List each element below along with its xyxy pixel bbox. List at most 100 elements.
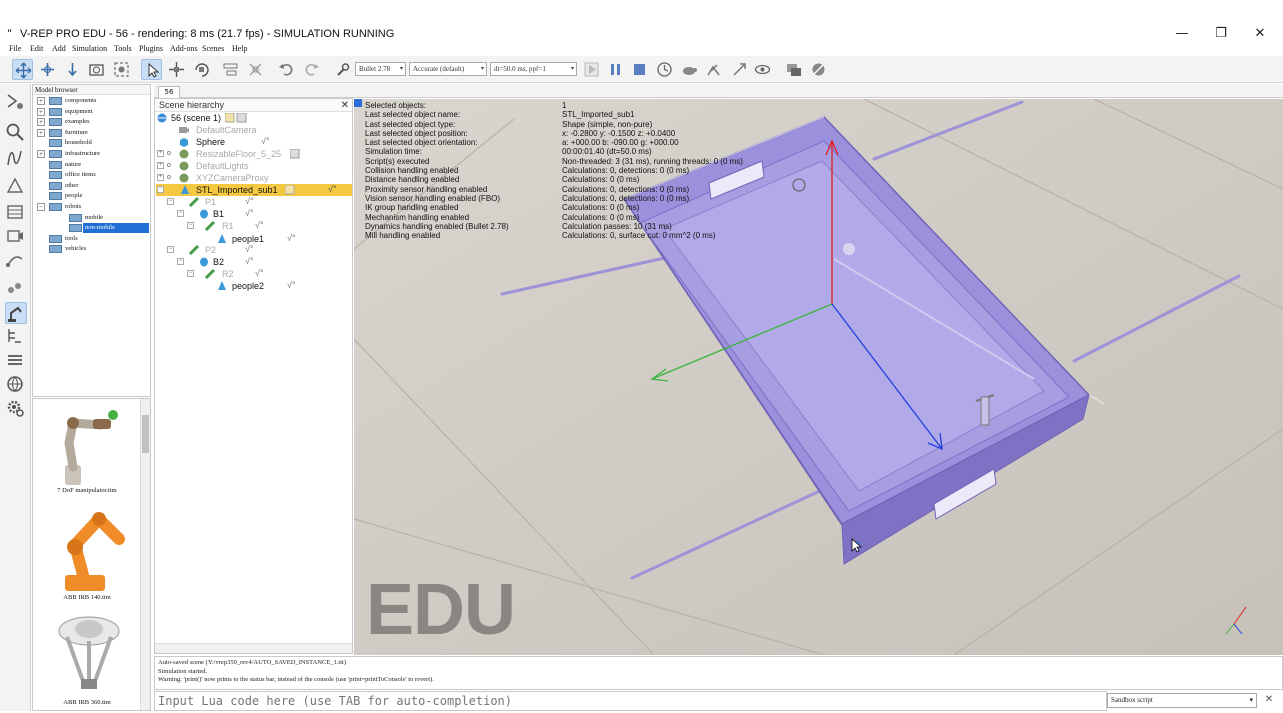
overlay-toggle-icon[interactable] <box>354 99 362 107</box>
click-select-button[interactable] <box>141 59 162 80</box>
script-selector[interactable]: Sandbox script ▾ <box>1107 693 1257 708</box>
expand-icon[interactable]: + <box>157 162 164 169</box>
collapse-icon[interactable]: − <box>177 258 184 265</box>
simulation-settings-button[interactable] <box>5 92 27 114</box>
tree-row-b2[interactable]: − B2 √° <box>175 256 325 268</box>
tree-row-p2[interactable]: − P2 √° <box>165 244 315 256</box>
accuracy-select[interactable]: Accurate (default) ▾ <box>409 62 487 76</box>
menu-file[interactable]: File <box>9 44 21 53</box>
hierarchy-scrollbar[interactable] <box>155 643 352 653</box>
collapse-icon[interactable]: − <box>167 198 174 205</box>
tree-row-floor[interactable]: + o ResizableFloor_5_25 <box>157 148 347 160</box>
layers-button[interactable] <box>5 202 27 224</box>
expand-icon[interactable]: + <box>37 118 45 127</box>
toggle-visualization-button[interactable] <box>752 59 773 80</box>
menu-add[interactable]: Add <box>52 44 66 53</box>
expand-icon[interactable]: + <box>37 97 45 105</box>
menu-addons[interactable]: Add-ons <box>170 44 198 53</box>
camera-shift-button[interactable] <box>62 59 83 80</box>
expand-icon[interactable]: + <box>157 150 164 157</box>
transfer-dna-button[interactable] <box>245 59 266 80</box>
object-rotate-button[interactable] <box>191 59 212 80</box>
stop-icon <box>634 64 645 75</box>
menu-simulation[interactable]: Simulation <box>72 44 107 53</box>
environment-button[interactable] <box>5 374 27 396</box>
pages-icon <box>787 64 801 76</box>
tree-row-camera-proxy[interactable]: + o XYZCameraProxy <box>157 172 347 184</box>
script-icon[interactable] <box>225 113 249 123</box>
tree-row-lights[interactable]: + o DefaultLights <box>157 160 347 172</box>
redo-icon <box>305 64 319 76</box>
timestep-select[interactable]: dt=50.0 ms, ppf=1 ▾ <box>490 62 577 76</box>
assemble-button[interactable] <box>220 59 241 80</box>
camera-pan-button[interactable] <box>12 59 33 80</box>
camera-rotate-button[interactable] <box>37 59 58 80</box>
shape-edit-button[interactable] <box>5 176 27 198</box>
video-recorder-button[interactable] <box>5 226 27 248</box>
object-shift-button[interactable] <box>166 59 187 80</box>
start-simulation-button[interactable] <box>581 59 602 80</box>
physics-engine-select[interactable]: Bullet 2.78 ▾ <box>355 62 406 76</box>
model-thumbnail[interactable] <box>47 611 131 699</box>
console-close-button[interactable]: ✕ <box>1262 694 1276 708</box>
scene-tab-bar: 56 <box>154 84 1283 98</box>
tree-row-r1[interactable]: − R1 √° <box>185 220 335 232</box>
info-overlay: Selected objects: 1 Last selected object n… <box>365 101 743 240</box>
menu-help[interactable]: Help <box>232 44 248 53</box>
pause-simulation-button[interactable] <box>605 59 626 80</box>
threaded-rendering-button[interactable] <box>729 59 750 80</box>
stop-simulation-button[interactable] <box>629 59 650 80</box>
collapse-icon[interactable]: − <box>157 186 164 193</box>
path-button[interactable] <box>5 250 27 272</box>
model-thumbnail[interactable] <box>45 505 129 597</box>
selection-button[interactable] <box>5 122 27 144</box>
menu-plugins[interactable]: Plugins <box>139 44 163 53</box>
model-browser-button[interactable] <box>5 302 27 324</box>
expand-icon[interactable]: + <box>37 150 45 158</box>
close-button[interactable]: ✕ <box>1241 26 1279 44</box>
collapse-icon[interactable]: − <box>167 246 174 253</box>
scene-viewport[interactable]: Selected objects: 1 Last selected object n… <box>354 99 1283 655</box>
model-thumbnail[interactable] <box>51 403 123 487</box>
page-selector-button[interactable] <box>783 59 804 80</box>
layer-visibility-button[interactable] <box>5 350 27 372</box>
expand-icon[interactable]: + <box>37 128 45 137</box>
collapse-icon[interactable]: − <box>37 203 45 211</box>
slow-down-button[interactable] <box>679 59 700 80</box>
info-key: Mechanism handling enabled <box>365 212 470 222</box>
collection-button[interactable] <box>5 278 27 300</box>
user-settings-button[interactable] <box>5 398 27 420</box>
menu-tools[interactable]: Tools <box>114 44 132 53</box>
scene-selector-button[interactable] <box>808 59 829 80</box>
tree-row-p1[interactable]: − P1 √° <box>165 196 315 208</box>
menu-scenes[interactable]: Scenes <box>202 44 224 53</box>
collapse-icon[interactable]: − <box>187 270 194 277</box>
scrollbar-thumb[interactable] <box>142 415 149 453</box>
menu-edit[interactable]: Edit <box>30 44 43 53</box>
camera-opening-button[interactable] <box>86 59 107 80</box>
lua-command-input[interactable] <box>154 691 1107 711</box>
fit-to-view-button[interactable] <box>111 59 132 80</box>
undo-button[interactable] <box>276 59 297 80</box>
restore-button[interactable]: ❐ <box>1202 26 1240 44</box>
expand-icon[interactable]: + <box>37 107 45 116</box>
thumbnails-scrollbar[interactable] <box>140 399 150 710</box>
tree-row-b1[interactable]: − B1 √° <box>175 208 325 220</box>
scene-hierarchy-button[interactable] <box>5 326 27 348</box>
speed-up-button[interactable] <box>703 59 724 80</box>
script-button[interactable] <box>5 148 27 170</box>
collapse-icon[interactable]: − <box>177 210 184 217</box>
engine-settings-button[interactable] <box>332 59 353 80</box>
scene-tab[interactable]: 56 <box>158 86 180 98</box>
tree-row-people2[interactable]: people2 √° <box>205 280 355 292</box>
minimize-button[interactable]: — <box>1163 26 1201 44</box>
expand-icon[interactable]: + <box>157 174 164 181</box>
close-icon[interactable]: ✕ <box>341 99 349 112</box>
collapse-icon[interactable]: − <box>187 222 194 229</box>
tree-row-sphere[interactable]: Sphere √° <box>169 136 309 148</box>
tree-row-stl-imported[interactable]: − STL_Imported_sub1 √° <box>156 184 352 196</box>
redo-button[interactable] <box>301 59 322 80</box>
tree-row-camera[interactable]: DefaultCamera <box>169 124 309 136</box>
tree-row-r2[interactable]: − R2 √° <box>185 268 335 280</box>
real-time-button[interactable] <box>654 59 675 80</box>
